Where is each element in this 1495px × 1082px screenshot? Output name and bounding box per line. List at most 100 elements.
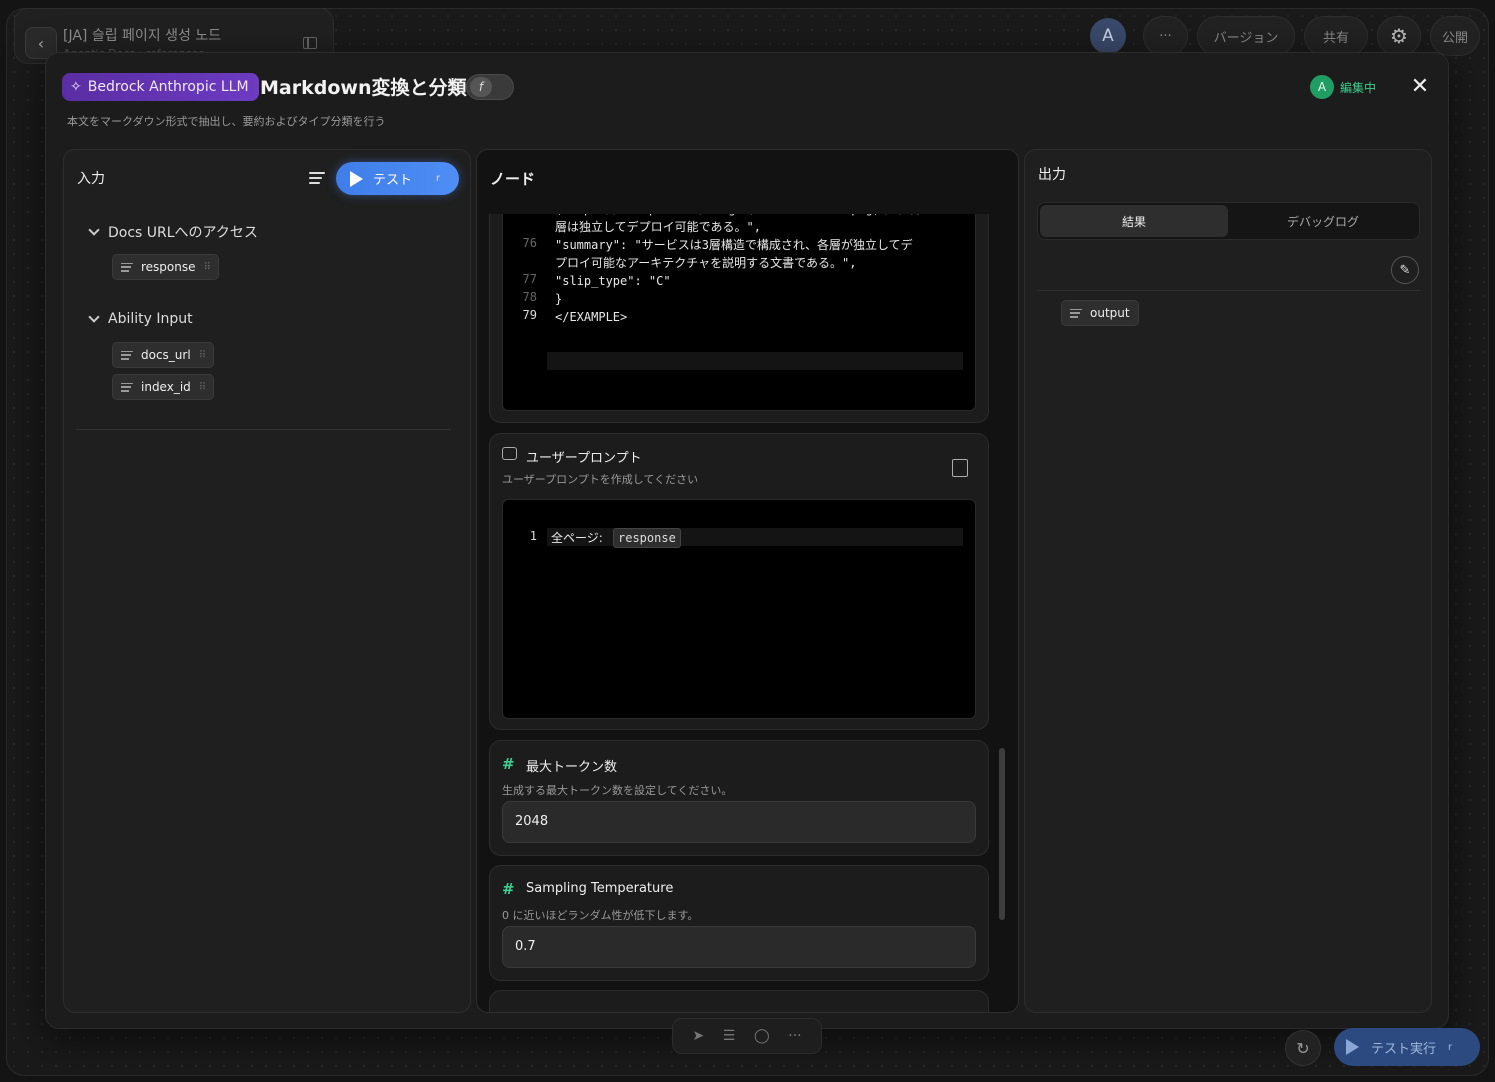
more-icon[interactable]: ··· <box>788 1028 801 1044</box>
output-panel-title: 出力 <box>1038 167 1066 183</box>
code-line: </EXAMPLE> <box>555 310 628 324</box>
version-button[interactable]: バージョン <box>1197 16 1295 56</box>
function-toggle[interactable]: f <box>466 74 514 100</box>
temperature-card: # Sampling Temperature 0 に近いほどランダム性が低下しま… <box>489 865 989 981</box>
line-number: 79 <box>522 308 537 322</box>
drag-handle-icon[interactable]: ⠿ <box>199 382 206 393</box>
code-line: "slip_type": "C" <box>555 274 671 288</box>
text-icon <box>1070 308 1082 318</box>
drag-handle-icon[interactable]: ⠿ <box>199 350 206 361</box>
text-icon <box>121 382 133 392</box>
input-chip-response[interactable]: response ⠿ <box>112 254 219 280</box>
input-panel-title: 入力 <box>77 171 105 187</box>
test-button[interactable]: テスト r <box>336 162 459 195</box>
node-panel-scrollbar[interactable] <box>999 748 1005 920</box>
workflow-title: [JA] 슬립 페이지 생성 노드 <box>63 28 222 44</box>
node-type-label: Bedrock Anthropic LLM <box>87 79 249 95</box>
history-button[interactable]: ↻ <box>1285 1030 1321 1066</box>
node-panel-title: ノード <box>490 170 536 188</box>
max-tokens-input[interactable]: 2048 <box>502 801 976 843</box>
pointer-icon[interactable]: ➤ <box>692 1028 704 1044</box>
message-icon <box>502 447 517 460</box>
node-title[interactable]: Markdown変換と分類 <box>260 73 466 100</box>
group-label: Docs URLへのアクセス <box>108 225 258 241</box>
node-editor-modal: ✧ Bedrock Anthropic LLM Markdown変換と分類 f … <box>45 52 1449 1029</box>
test-shortcut: r <box>436 173 441 184</box>
temperature-title: Sampling Temperature <box>526 881 674 896</box>
chevron-left-icon: ‹ <box>37 33 45 53</box>
editor-avatar: A <box>1310 75 1334 99</box>
comment-icon[interactable]: ◯ <box>754 1028 770 1044</box>
edit-icon[interactable]: ✎ <box>1391 256 1419 284</box>
node-panel: ノード 75 "body_md": "サービスは3層構造で構成される。\n\n!… <box>476 149 1019 1013</box>
text-icon <box>121 262 133 272</box>
code-line: 層は独立してデプロイ可能である。", <box>555 220 761 234</box>
variable-tag[interactable]: response <box>613 528 681 548</box>
tab-debug-log[interactable]: デバッグログ <box>1229 205 1417 237</box>
current-line-highlight <box>547 352 963 370</box>
close-icon[interactable]: ✕ <box>1410 76 1430 98</box>
max-tokens-subtitle: 生成する最大トークン数を設定してください。 <box>502 784 733 797</box>
current-line-highlight <box>547 528 963 546</box>
test-button-label: テスト <box>373 173 413 188</box>
input-chip-docs-url[interactable]: docs_url ⠿ <box>112 342 215 368</box>
publish-button[interactable]: 公開 <box>1430 16 1480 56</box>
chevron-down-icon <box>88 224 100 236</box>
max-tokens-card: # 最大トークン数 生成する最大トークン数を設定してください。 2048 <box>489 740 989 856</box>
input-panel: 入力 テスト r Docs URLへのアクセス response ⠿ Abili… <box>63 149 471 1013</box>
drag-handle-icon[interactable]: ⠿ <box>204 262 211 273</box>
temperature-input[interactable]: 0.7 <box>502 926 976 968</box>
next-setting-card <box>489 990 989 1012</box>
output-divider <box>1037 290 1420 291</box>
group-label: Ability Input <box>108 311 193 327</box>
user-avatar[interactable]: A <box>1090 18 1126 54</box>
output-chip[interactable]: output <box>1061 300 1139 326</box>
user-prompt-title: ユーザープロンプト <box>526 451 642 466</box>
user-prompt-editor[interactable]: 1 全ページ: response <box>502 499 976 719</box>
chip-label: index_id <box>141 380 191 394</box>
more-button[interactable]: ··· <box>1143 16 1188 56</box>
text-icon <box>121 350 133 360</box>
input-divider <box>76 429 451 430</box>
output-tabs: 結果 デバッグログ <box>1037 202 1420 240</box>
sidebar-toggle-icon[interactable] <box>303 37 317 49</box>
editing-status: A 編集中 <box>1310 75 1376 99</box>
chip-label: response <box>141 260 196 274</box>
input-group-ability-input[interactable]: Ability Input <box>88 311 193 327</box>
input-chip-index-id[interactable]: index_id ⠿ <box>112 374 215 400</box>
number-icon: # <box>502 755 515 773</box>
code-line: "summary": "サービスは3層構造で構成され、各層が独立してデ <box>555 238 913 252</box>
canvas-toolbar: ➤ ☰ ◯ ··· <box>672 1018 822 1054</box>
menu-icon[interactable] <box>309 172 325 186</box>
line-number: 78 <box>522 290 537 304</box>
output-panel: 出力 結果 デバッグログ ✎ output <box>1024 149 1432 1013</box>
prompt-prefix: 全ページ: <box>551 531 603 545</box>
input-group-docs-url[interactable]: Docs URLへのアクセス <box>88 222 258 242</box>
book-icon[interactable] <box>952 459 968 477</box>
node-type-badge: ✧ Bedrock Anthropic LLM <box>62 73 259 101</box>
editing-label: 編集中 <box>1340 80 1377 95</box>
line-number: 1 <box>529 529 537 543</box>
function-icon: f <box>470 77 492 97</box>
temperature-subtitle: 0 に近いほどランダム性が低下します。 <box>502 909 699 922</box>
chevron-down-icon <box>88 311 100 323</box>
run-test-label: テスト実行 <box>1371 1041 1437 1057</box>
note-icon[interactable]: ☰ <box>723 1028 736 1044</box>
user-prompt-subtitle: ユーザープロンプトを作成してください <box>502 473 699 486</box>
sparkle-icon: ✧ <box>70 79 82 95</box>
node-description: 本文をマークダウン形式で抽出し、要約およびタイプ分類を行う <box>67 115 386 128</box>
refresh-icon: ↻ <box>1296 1038 1310 1058</box>
run-test-button[interactable]: テスト実行 r <box>1334 1028 1480 1066</box>
node-panel-header: ノード <box>477 150 1018 214</box>
number-icon: # <box>502 880 515 898</box>
tab-result[interactable]: 結果 <box>1040 205 1228 237</box>
chip-label: output <box>1090 306 1130 320</box>
gear-icon: ⚙ <box>1390 24 1408 48</box>
play-icon <box>1346 1039 1359 1055</box>
share-button[interactable]: 共有 <box>1304 16 1368 56</box>
line-number: 77 <box>522 272 537 286</box>
max-tokens-title: 最大トークン数 <box>526 760 618 775</box>
settings-button[interactable]: ⚙ <box>1377 16 1421 56</box>
play-icon <box>350 170 363 187</box>
run-test-shortcut: r <box>1448 1041 1453 1053</box>
